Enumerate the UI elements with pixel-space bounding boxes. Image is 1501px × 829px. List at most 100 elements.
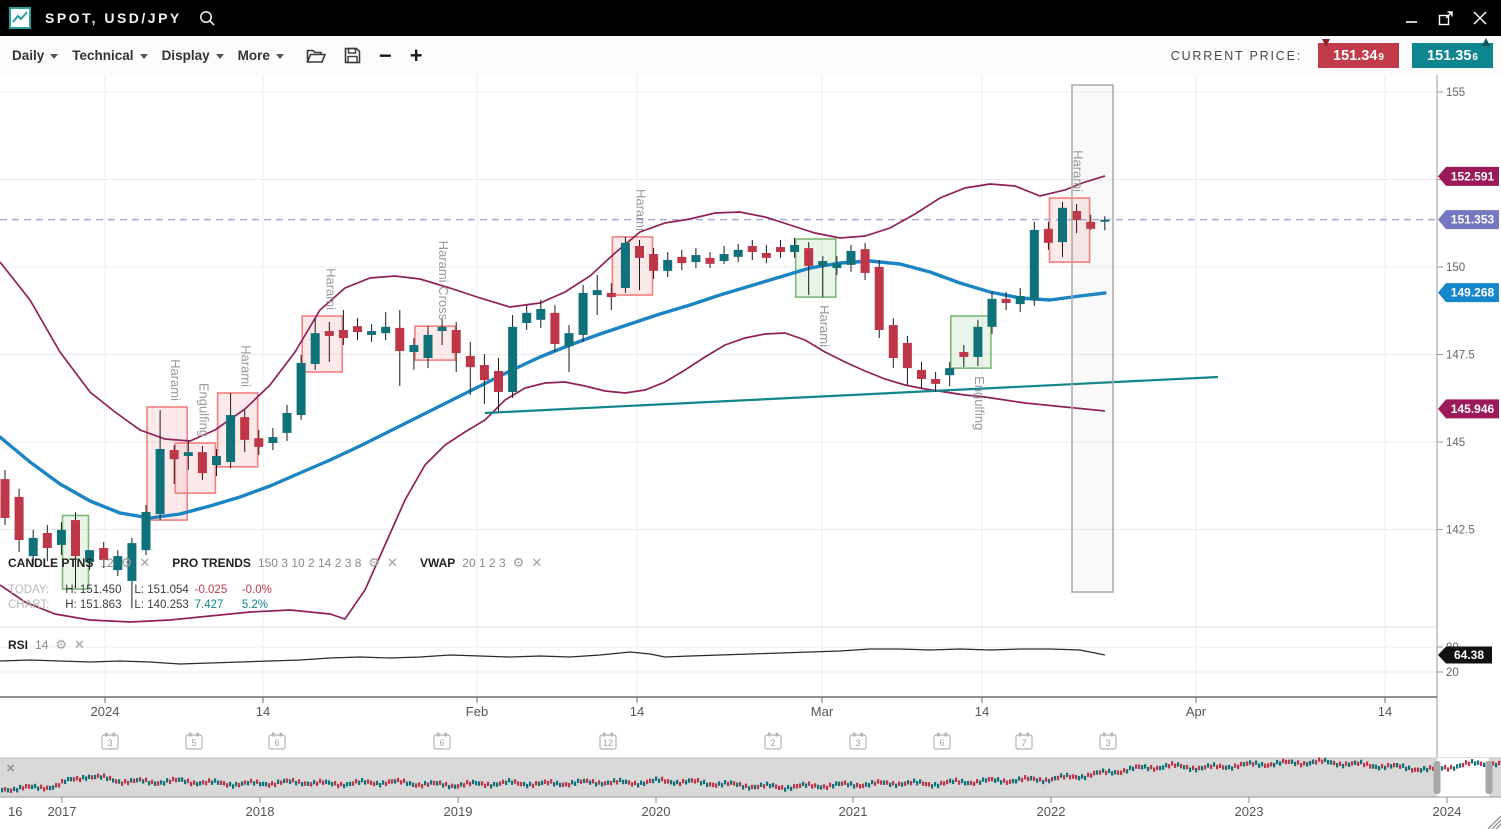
open-folder-icon[interactable]: [306, 48, 326, 64]
navigator-mini-candle: [1363, 763, 1365, 767]
navigator-mini-candle: [640, 781, 642, 785]
close-icon[interactable]: [1469, 7, 1491, 29]
navigator-close-icon[interactable]: ✕: [6, 763, 15, 775]
navigator-mini-candle: [541, 781, 543, 785]
price-tick-label: 150: [1446, 262, 1465, 274]
calendar-icon-ring: [437, 733, 440, 737]
navigator-mini-candle: [778, 786, 780, 790]
navigator-mini-candle: [1045, 777, 1047, 781]
pattern-label: Harami: [323, 268, 338, 310]
navigator-mini-candle: [304, 781, 306, 785]
calendar-icon-ring: [945, 733, 948, 737]
navigator-mini-candle: [814, 783, 816, 787]
navigator-mini-candle: [748, 786, 750, 790]
navigator-mini-candle: [226, 783, 228, 787]
navigator-mini-candle: [118, 779, 120, 783]
candle-down: [480, 365, 489, 380]
candle-down: [903, 343, 912, 368]
navigator-mini-candle: [376, 781, 378, 785]
navigator-mini-candle: [490, 784, 492, 788]
navigator-mini-candle: [265, 782, 267, 786]
navigator-mini-candle: [577, 779, 579, 783]
navigator-mini-candle: [1405, 767, 1407, 771]
popout-button[interactable]: [1435, 7, 1457, 29]
navigator-mini-candle: [1408, 765, 1410, 769]
navigator-mini-candle: [1147, 767, 1149, 771]
navigator-mini-candle: [1369, 764, 1371, 768]
close-icon[interactable]: ✕: [139, 555, 150, 571]
calendar-icon-ring: [861, 733, 864, 737]
navigator-mini-candle: [631, 782, 633, 786]
price-tick-label: 142.5: [1446, 525, 1475, 537]
navigator-mini-candle: [973, 782, 975, 786]
navigator-mini-candle: [1348, 763, 1350, 767]
pattern-box-engulfing: [175, 443, 215, 493]
candle-up: [212, 456, 221, 465]
navigator-mini-candle: [847, 783, 849, 787]
gear-icon[interactable]: ⚙: [55, 637, 67, 653]
navigator-mini-candle: [1096, 770, 1098, 774]
gear-icon[interactable]: ⚙: [513, 555, 525, 571]
navigator-mini-candle: [1366, 761, 1368, 765]
price-badge-label: 145.946: [1451, 402, 1495, 416]
save-icon[interactable]: [344, 47, 361, 64]
navigator-mini-candle: [4, 787, 6, 791]
close-icon[interactable]: ✕: [387, 555, 398, 571]
menu-display[interactable]: Display: [162, 48, 224, 63]
minimize-button[interactable]: [1401, 7, 1423, 29]
navigator-mini-candle: [946, 780, 948, 784]
search-icon[interactable]: [198, 9, 216, 27]
navigator-mini-candle: [913, 779, 915, 783]
navigator-mini-candle: [25, 784, 27, 788]
candle-down: [875, 267, 884, 330]
gear-icon[interactable]: ⚙: [368, 555, 380, 571]
close-icon[interactable]: ✕: [531, 555, 542, 571]
navigator-mini-candle: [175, 778, 177, 782]
calendar-icon-ring: [113, 733, 116, 737]
navigator-mini-candle: [646, 780, 648, 784]
navigator-mini-candle: [1258, 763, 1260, 767]
candle-up: [29, 538, 38, 556]
candle-up: [508, 327, 517, 392]
menu-technical[interactable]: Technical: [72, 48, 147, 63]
navigator-mini-candle: [520, 782, 522, 786]
pattern-label: Harami: [1071, 150, 1086, 192]
pattern-label: Harami Cross: [436, 241, 451, 321]
pattern-box-harami: [302, 316, 342, 372]
navigator-mini-candle: [940, 781, 942, 785]
navigator-mini-candle: [73, 777, 75, 781]
navigator-mini-candle: [601, 782, 603, 786]
navigator-mini-candle: [742, 785, 744, 789]
navigator-mini-candle: [805, 784, 807, 788]
navigator-mini-candle: [1012, 779, 1014, 783]
zoom-in-button[interactable]: +: [410, 46, 423, 66]
navigator-mini-candle: [274, 783, 276, 787]
navigator-right-handle[interactable]: [1486, 761, 1493, 794]
zoom-out-button[interactable]: −: [379, 46, 392, 66]
menu-daily[interactable]: Daily: [12, 48, 58, 63]
navigator-mini-candle: [1381, 764, 1383, 768]
chart-canvas[interactable]: HaramiEngulfingHaramiHaramiHarami CrossH…: [0, 0, 1501, 829]
pattern-box-harami-cross: [415, 326, 455, 360]
navigator-mini-candle: [427, 783, 429, 787]
navigator-mini-candle: [271, 781, 273, 785]
navigator-mini-candle: [733, 781, 735, 785]
gear-icon[interactable]: ⚙: [121, 555, 133, 571]
navigator-mini-candle: [1, 788, 3, 792]
navigator-mini-candle: [1027, 777, 1029, 781]
candle-down: [762, 253, 771, 258]
navigator-mini-candle: [475, 781, 477, 785]
navigator-mini-candle: [1327, 760, 1329, 764]
navigator-left-handle[interactable]: [1434, 761, 1441, 794]
candle-up: [268, 437, 277, 443]
candle-up: [156, 449, 165, 514]
calendar-badge-label: 12: [603, 738, 613, 748]
close-icon[interactable]: ✕: [74, 637, 85, 653]
navigator-mini-candle: [97, 774, 99, 778]
navigator-mini-candle: [763, 784, 765, 788]
navigator-mini-candle: [1243, 762, 1245, 766]
navigator-mini-candle: [436, 781, 438, 785]
navigator-mini-candle: [673, 781, 675, 785]
menu-more[interactable]: More: [238, 48, 284, 63]
navigator-track[interactable]: [0, 758, 1501, 797]
